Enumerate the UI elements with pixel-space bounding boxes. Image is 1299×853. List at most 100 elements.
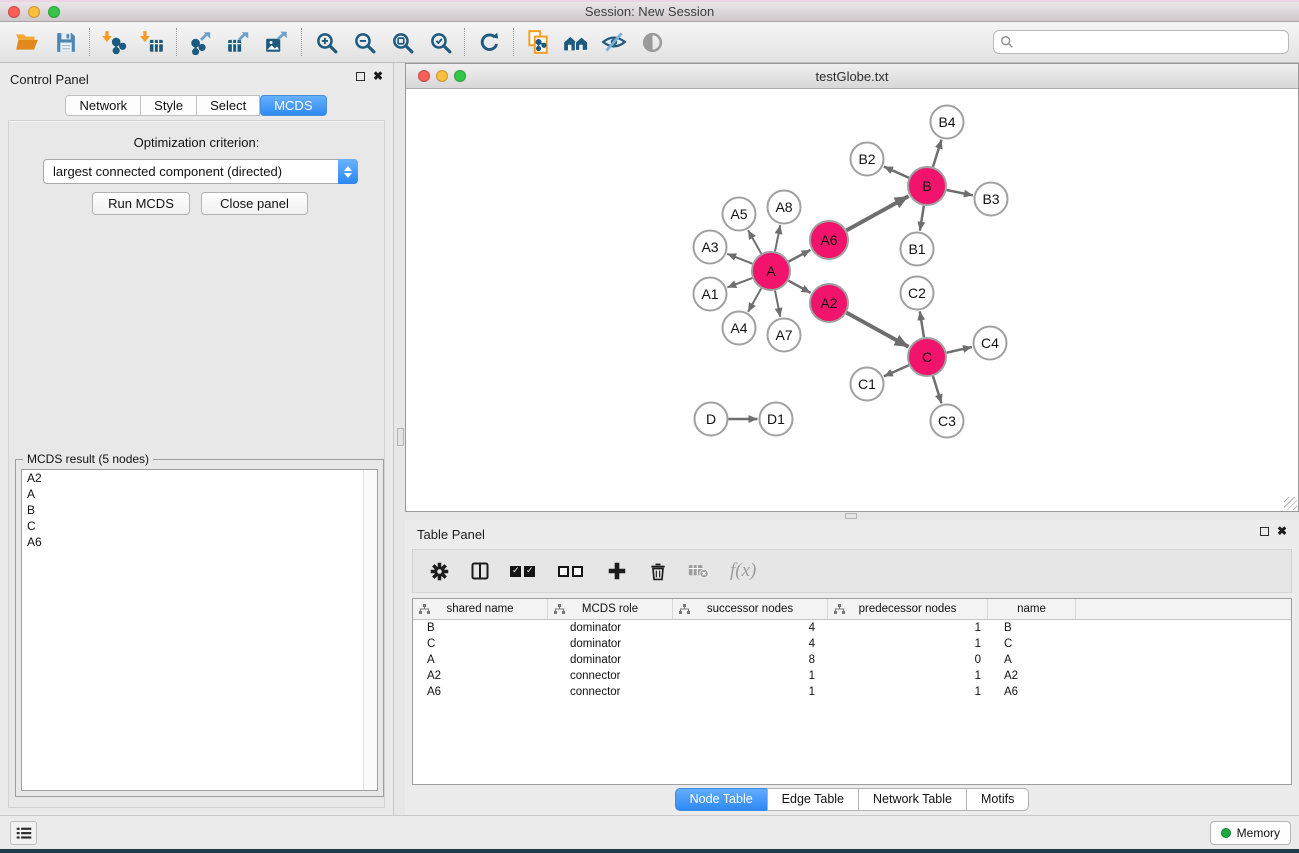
refresh-button[interactable] [470,26,508,58]
first-neighbors-button[interactable] [557,26,595,58]
tab-mcds[interactable]: MCDS [260,95,326,116]
graph-edge-A-A2[interactable] [789,281,811,293]
window-resize-grip[interactable] [1284,497,1297,510]
table-cell[interactable]: C [988,636,1076,652]
mcds-result-item[interactable]: A [22,486,377,502]
graph-edge-A6-B[interactable] [847,196,909,230]
graph-edge-B-B3[interactable] [947,190,973,195]
table-cell[interactable]: A6 [413,684,548,700]
tab-network[interactable]: Network [65,95,141,116]
table-cell[interactable]: A [413,652,548,668]
table-cell[interactable]: 1 [828,668,988,684]
graph-edge-A-A1[interactable] [727,278,752,287]
graph-edge-C-C2[interactable] [920,311,924,337]
close-panel-icon[interactable]: ✖ [373,71,383,81]
table-cell[interactable]: 0 [828,652,988,668]
graph-edge-C-C4[interactable] [947,347,972,353]
table-row[interactable]: A2connector11A2 [413,668,1291,684]
graph-edge-B-B1[interactable] [920,206,924,231]
delete-table-button[interactable] [688,556,710,586]
unselect-all-columns-button[interactable] [558,556,586,586]
import-table-button[interactable] [133,26,171,58]
show-all-button[interactable] [633,26,671,58]
select-all-columns-button[interactable] [510,556,538,586]
table-cell[interactable]: B [988,620,1076,636]
run-mcds-button[interactable]: Run MCDS [92,192,190,215]
zoom-out-button[interactable] [345,26,383,58]
column-header-mcds-role[interactable]: MCDS role [548,599,673,619]
network-window-titlebar[interactable]: testGlobe.txt [406,64,1298,89]
table-cell[interactable]: connector [548,684,673,700]
tab-edge-table[interactable]: Edge Table [767,788,859,811]
table-options-button[interactable] [429,556,450,586]
table-row[interactable]: A6connector11A6 [413,684,1291,700]
graph-edge-A-A5[interactable] [748,230,761,253]
search-input[interactable] [1014,33,1288,51]
vertical-splitter-grip[interactable] [397,428,404,446]
tab-style[interactable]: Style [140,95,197,116]
graph-edge-A-A4[interactable] [748,288,761,311]
table-cell[interactable]: 8 [673,652,828,668]
mcds-result-item[interactable]: A2 [22,470,377,486]
column-header-name[interactable]: name [988,599,1076,619]
show-column-panel-button[interactable] [470,556,490,586]
table-row[interactable]: Cdominator41C [413,636,1291,652]
zoom-selected-button[interactable] [421,26,459,58]
tab-network-table[interactable]: Network Table [858,788,967,811]
main-titlebar[interactable]: Session: New Session [0,0,1299,22]
export-network-button[interactable] [182,26,220,58]
table-cell[interactable]: C [413,636,548,652]
export-table-button[interactable] [220,26,258,58]
table-cell[interactable]: A2 [988,668,1076,684]
table-row[interactable]: Bdominator41B [413,620,1291,636]
table-cell[interactable]: 1 [673,684,828,700]
table-cell[interactable]: A [988,652,1076,668]
criterion-dropdown[interactable]: largest connected component (directed) [43,159,358,184]
scrollbar-track[interactable] [363,470,377,790]
zoom-fit-button[interactable] [383,26,421,58]
graph-edge-A-A3[interactable] [727,254,752,264]
zoom-in-button[interactable] [307,26,345,58]
graph-edge-A-A8[interactable] [775,225,780,251]
table-cell[interactable]: B [413,620,548,636]
graph-edge-A2-C[interactable] [847,313,909,347]
table-cell[interactable]: A6 [988,684,1076,700]
graph-edge-C-C3[interactable] [933,376,942,403]
memory-button[interactable]: Memory [1210,821,1291,845]
table-cell[interactable]: 1 [828,620,988,636]
table-cell[interactable]: 1 [828,684,988,700]
table-cell[interactable]: dominator [548,652,673,668]
delete-columns-button[interactable] [648,556,668,586]
float-panel-icon[interactable] [356,72,365,81]
import-network-button[interactable] [95,26,133,58]
table-cell[interactable]: 1 [828,636,988,652]
tab-select[interactable]: Select [196,95,260,116]
table-row[interactable]: Adominator80A [413,652,1291,668]
close-panel-button[interactable]: Close panel [201,192,308,215]
mcds-result-item[interactable]: B [22,502,377,518]
table-cell[interactable]: 4 [673,620,828,636]
table-cell[interactable]: 4 [673,636,828,652]
create-column-button[interactable] [606,556,628,586]
table-cell[interactable]: dominator [548,636,673,652]
graph-edge-B-B2[interactable] [884,167,909,178]
graph-edge-A-A7[interactable] [775,291,780,317]
open-session-button[interactable] [8,26,46,58]
save-session-button[interactable] [46,26,84,58]
float-panel-icon[interactable] [1260,527,1269,536]
column-header-shared-name[interactable]: shared name [413,599,548,619]
table-cell[interactable]: dominator [548,620,673,636]
graph-edge-A-A6[interactable] [789,250,811,262]
network-canvas[interactable]: B4B2BB3A5A8A6B1A3AA1C2A2A4A7CC4C1C3DD1 [406,90,1298,511]
hide-selected-button[interactable] [595,26,633,58]
table-cell[interactable]: connector [548,668,673,684]
table-cell[interactable]: A2 [413,668,548,684]
graph-edge-C-C1[interactable] [884,365,909,376]
new-network-from-selection-button[interactable] [519,26,557,58]
column-header-predecessor-nodes[interactable]: predecessor nodes [828,599,988,619]
column-header-successor-nodes[interactable]: successor nodes [673,599,828,619]
mcds-result-item[interactable]: A6 [22,534,377,550]
export-image-button[interactable] [258,26,296,58]
tab-node-table[interactable]: Node Table [675,788,768,811]
table-cell[interactable]: 1 [673,668,828,684]
